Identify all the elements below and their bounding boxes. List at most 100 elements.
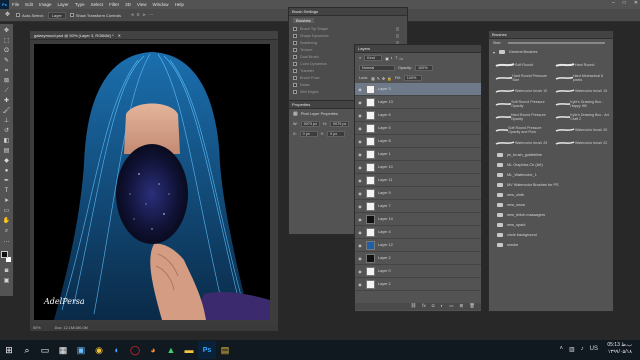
more-tools-icon[interactable]: …	[2, 237, 11, 245]
blur-tool-icon[interactable]: ◆	[2, 157, 11, 165]
blend-mode-dropdown[interactable]: Normal	[359, 65, 395, 71]
layer-row[interactable]: ◉ Layer 0	[355, 265, 481, 278]
lock-all-icon[interactable]: 🔒	[387, 76, 392, 81]
filter-type-icon[interactable]: T	[395, 56, 397, 61]
shape-tool-icon[interactable]: ▭	[2, 207, 11, 215]
layer-row[interactable]: ◉ Layer 14	[355, 213, 481, 226]
adjustment-icon[interactable]: ◐	[441, 303, 444, 310]
visibility-eye-icon[interactable]: ◉	[357, 126, 363, 131]
visibility-eye-icon[interactable]: ◉	[357, 191, 363, 196]
brush-preset[interactable]: Hard Round Pressure Opacity	[493, 111, 549, 122]
edge-icon[interactable]: ◐	[108, 341, 126, 359]
brush-preset[interactable]: Soft Round Pressure Opacity	[493, 98, 549, 109]
visibility-eye-icon[interactable]: ◉	[357, 256, 363, 261]
brush-preset[interactable]: Kyle's Drawing Box - Happy HB	[553, 98, 609, 109]
brushes-header[interactable]: Brushes	[489, 31, 613, 39]
brush-preset[interactable]: Watercolor brush 10	[493, 85, 549, 96]
folder-icon[interactable]: ▬	[180, 341, 198, 359]
brushes-button[interactable]: Brushes	[293, 18, 314, 23]
layer-row[interactable]: ◉ Layer 6	[355, 109, 481, 122]
brush-preset[interactable]: Hard Round Pressure Size	[493, 72, 549, 83]
visibility-eye-icon[interactable]: ◉	[357, 113, 363, 118]
link-icon[interactable]: ⛓	[411, 303, 417, 310]
layer-row[interactable]: ◉ Layer 10	[355, 161, 481, 174]
layer-row[interactable]: ◉ Layer 13	[355, 96, 481, 109]
network-icon[interactable]: ▥	[569, 346, 575, 353]
layer-row[interactable]: ◉ Layer 11	[355, 174, 481, 187]
type-tool-icon[interactable]: T	[2, 187, 11, 195]
brush-preset[interactable]: Watercolor brush 22	[553, 137, 609, 148]
move-tool-icon[interactable]: ✥	[2, 27, 11, 35]
volume-icon[interactable]: ♪	[581, 346, 584, 353]
foreground-color-swatch[interactable]	[1, 251, 8, 258]
more-options-icon[interactable]: ···	[149, 12, 154, 18]
transform-controls-option[interactable]: Show Transform Controls	[69, 13, 121, 18]
menu-3d[interactable]: 3D	[122, 2, 134, 7]
brush-group-general[interactable]: ▾ General Brushes	[489, 47, 613, 57]
gallery-icon[interactable]: ▲	[162, 341, 180, 359]
canvas-artwork[interactable]: AdelPersa	[34, 44, 270, 320]
visibility-eye-icon[interactable]: ◉	[357, 243, 363, 248]
layer-row[interactable]: ◉ Layer 9	[355, 187, 481, 200]
layer-row[interactable]: ◉ Layer 2	[355, 278, 481, 291]
brush-folder[interactable]: smoke	[489, 240, 613, 250]
document-tab[interactable]: galaxymood.psd @ 50% (Layer 3, RGB/8#) *…	[30, 31, 278, 40]
opacity-field[interactable]: 100%	[414, 65, 433, 71]
layers-header[interactable]: Layers	[355, 45, 481, 53]
search-icon[interactable]: ⌕	[18, 341, 36, 359]
opera-icon[interactable]: ◯	[126, 341, 144, 359]
task-view-icon[interactable]: ▭	[36, 341, 54, 359]
minimize-button[interactable]: –	[612, 0, 615, 6]
lasso-tool-icon[interactable]: ʘ	[2, 47, 11, 55]
mask-icon[interactable]: ◘	[432, 303, 435, 310]
zoom-tool-icon[interactable]: ⌕	[2, 227, 11, 235]
close-document-icon[interactable]: ✕	[118, 33, 121, 38]
stamp-tool-icon[interactable]: ⊥	[2, 117, 11, 125]
brush-preset[interactable]: Hard Round	[553, 59, 609, 70]
fill-field[interactable]: 100%	[403, 75, 422, 81]
menu-window[interactable]: Window	[150, 2, 172, 7]
layer-row[interactable]: ◉ Layer 12	[355, 239, 481, 252]
menu-image[interactable]: Image	[36, 2, 55, 7]
chrome-icon[interactable]: ◉	[90, 341, 108, 359]
brush-folder[interactable]: MV Watercolor Brushes for PS	[489, 180, 613, 190]
hand-tool-icon[interactable]: ✋	[2, 217, 11, 225]
lock-pixels-icon[interactable]: ▦	[371, 76, 375, 81]
brush-tool-icon[interactable]: 🖌	[2, 107, 11, 115]
visibility-eye-icon[interactable]: ◉	[357, 165, 363, 170]
brush-preset[interactable]: Hard Mechanical 8 pixels	[553, 72, 609, 83]
menu-type[interactable]: Type	[72, 2, 88, 7]
visibility-eye-icon[interactable]: ◉	[357, 100, 363, 105]
brush-preset[interactable]: Watercolor brush 25	[553, 124, 609, 135]
layer-row[interactable]: ◉ Layer 8	[355, 135, 481, 148]
firefox-icon[interactable]: ◕	[144, 341, 162, 359]
layer-row[interactable]: ◉ Layer 3	[355, 83, 481, 96]
brush-preset[interactable]: Soft Round Pressure Opacity and Flow	[493, 124, 549, 135]
height-field[interactable]: 9079 px	[329, 121, 350, 127]
brush-preset[interactable]: Watercolor brush 15	[553, 85, 609, 96]
auto-select-dropdown[interactable]: Layer	[47, 11, 66, 19]
filter-shape-icon[interactable]: ▭	[399, 56, 403, 61]
gradient-tool-icon[interactable]: ▤	[2, 147, 11, 155]
filter-adjust-icon[interactable]: ◐	[391, 56, 393, 61]
layer-row[interactable]: ◉ Layer 5	[355, 122, 481, 135]
visibility-eye-icon[interactable]: ◉	[357, 269, 363, 274]
brush-folder[interactable]: circle background	[489, 230, 613, 240]
align-center-icon[interactable]: ≡	[137, 12, 140, 18]
healing-tool-icon[interactable]: ✚	[2, 97, 11, 105]
layer-row[interactable]: ◉ Layer 2	[355, 252, 481, 265]
properties-header[interactable]: Properties	[289, 101, 355, 109]
visibility-eye-icon[interactable]: ◉	[357, 139, 363, 144]
menu-edit[interactable]: Edit	[22, 2, 36, 7]
close-button[interactable]: ✕	[634, 0, 638, 6]
brush-folder[interactable]: new_snow	[489, 200, 613, 210]
layer-row[interactable]: ◉ Layer 7	[355, 200, 481, 213]
brush-folder[interactable]: jm_brush_guidebline	[489, 150, 613, 160]
brush-preset[interactable]: Kyle's Drawing Box - Art Craft 2	[553, 111, 609, 122]
lock-move-icon[interactable]: ✥	[382, 76, 385, 81]
menu-file[interactable]: File	[9, 2, 22, 7]
trash-icon[interactable]: 🗑	[469, 303, 475, 310]
brush-settings-header[interactable]: Brush Settings	[289, 8, 407, 16]
visibility-eye-icon[interactable]: ◉	[357, 282, 363, 287]
brush-folder[interactable]: ML_Watercolor_1	[489, 170, 613, 180]
